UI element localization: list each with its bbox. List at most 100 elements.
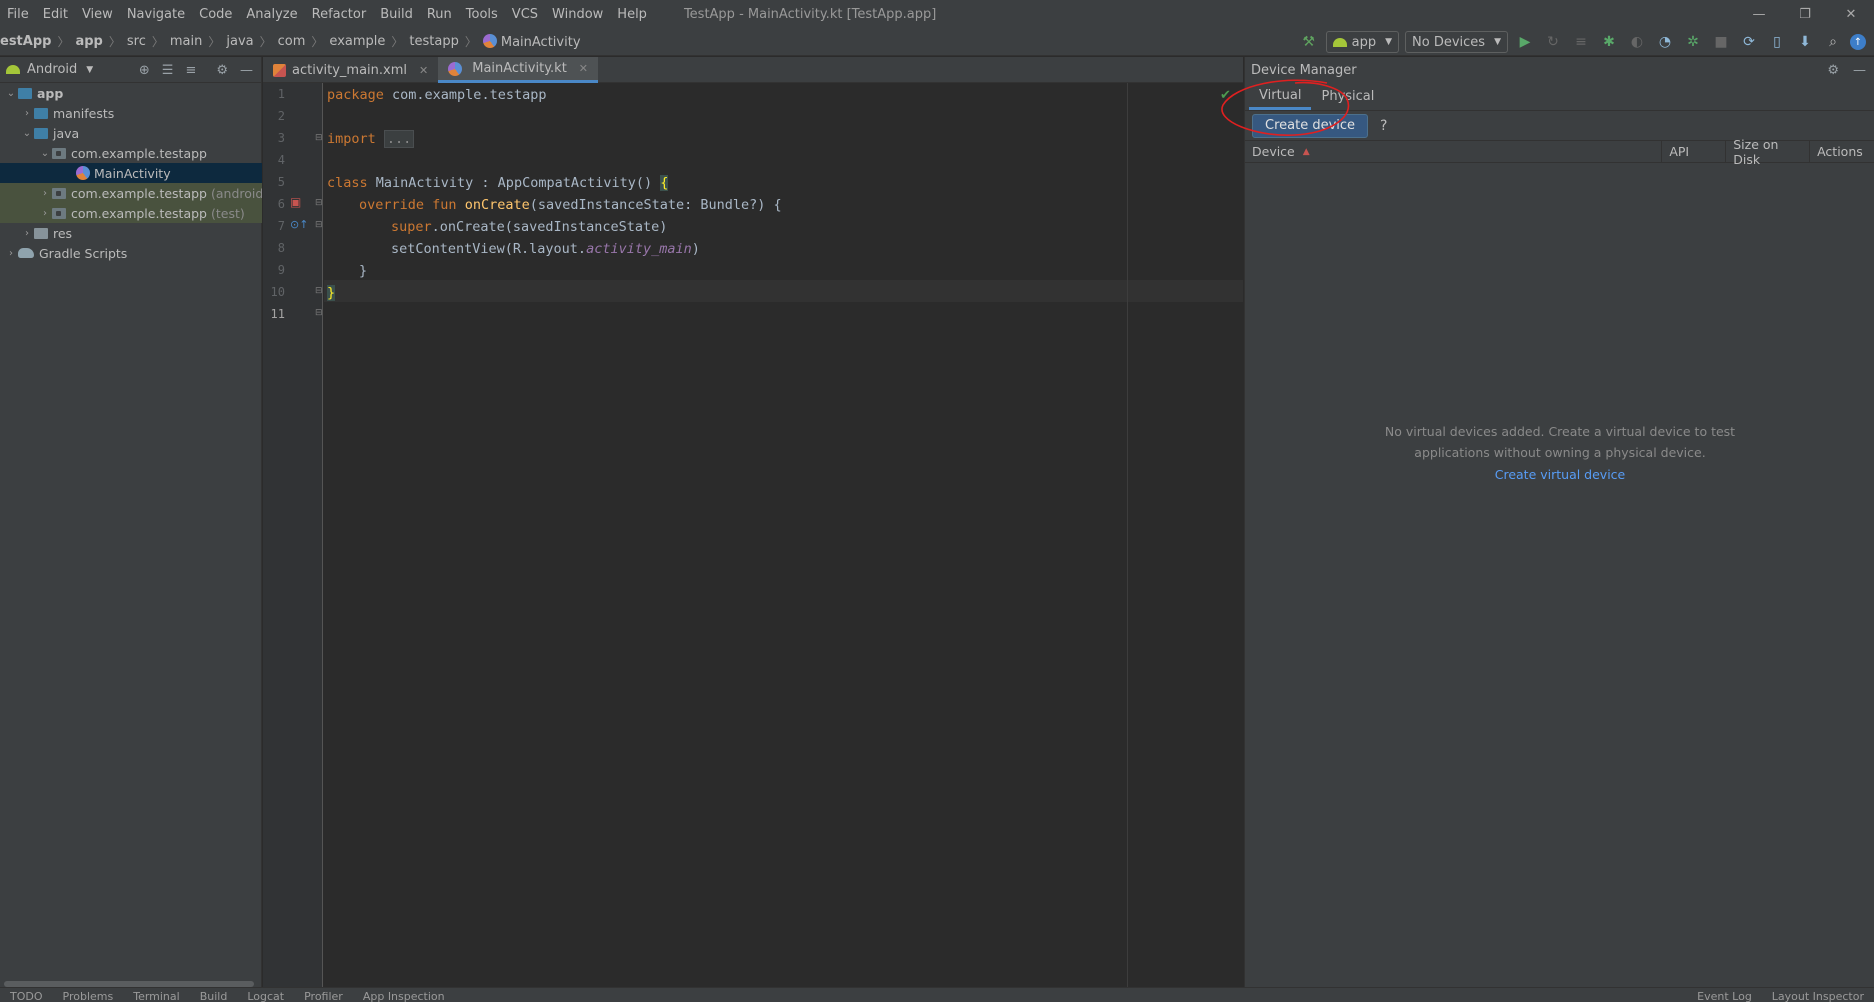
locate-icon[interactable]: ⊕ <box>139 63 150 78</box>
tree-item-gradle-scripts[interactable]: › Gradle Scripts <box>0 243 262 263</box>
minimize-button[interactable]: — <box>1736 0 1782 28</box>
apply-changes-icon[interactable]: ≡ <box>1570 31 1592 53</box>
tool-app-inspection[interactable]: App Inspection <box>353 988 455 1002</box>
menu-refactor[interactable]: Refactor <box>305 7 374 22</box>
tree-item-manifests[interactable]: › manifests <box>0 103 262 123</box>
tree-item-java[interactable]: ⌄ java <box>0 123 262 143</box>
no-problems-check-icon[interactable]: ✔ <box>1220 88 1231 103</box>
tree-item-package-androidtest[interactable]: › com.example.testapp (androidTest) <box>0 183 262 203</box>
tree-item-mainactivity[interactable]: MainActivity <box>0 163 262 183</box>
chevron-down-icon[interactable]: ⌄ <box>38 148 52 159</box>
fold-icon[interactable]: ⊟ <box>315 220 323 230</box>
tab-virtual[interactable]: Virtual <box>1249 83 1312 110</box>
device-manager-icon[interactable]: ▯ <box>1766 31 1788 53</box>
debug-icon[interactable]: ✱ <box>1598 31 1620 53</box>
hide-icon[interactable]: — <box>240 63 253 78</box>
tool-event-log[interactable]: Event Log <box>1687 988 1762 1002</box>
help-icon[interactable]: ? <box>1380 118 1387 134</box>
breadcrumb-src[interactable]: src <box>123 34 150 49</box>
fold-icon[interactable]: ⊟ <box>315 308 323 318</box>
tab-activity-main-xml[interactable]: activity_main.xml ✕ <box>263 57 438 83</box>
device-select[interactable]: No Devices ▼ <box>1405 31 1508 53</box>
collapse-all-icon[interactable]: ≡ <box>185 63 196 78</box>
expand-all-icon[interactable]: ☰ <box>162 63 174 78</box>
chevron-right-icon[interactable]: › <box>38 188 52 199</box>
sdk-manager-icon[interactable]: ⬇ <box>1794 31 1816 53</box>
activity-marker-icon[interactable]: ▣ <box>290 195 301 209</box>
menu-vcs[interactable]: VCS <box>505 7 545 22</box>
breadcrumb-example[interactable]: example <box>325 34 389 49</box>
chevron-right-icon[interactable]: › <box>4 248 18 259</box>
hide-icon[interactable]: — <box>1853 63 1866 78</box>
tool-problems[interactable]: Problems <box>53 988 124 1002</box>
tab-mainactivity-kt[interactable]: MainActivity.kt ✕ <box>438 57 599 83</box>
create-device-button[interactable]: Create device <box>1252 113 1369 138</box>
breadcrumb-app[interactable]: app <box>71 34 106 49</box>
column-actions[interactable]: Actions <box>1810 141 1874 163</box>
update-icon[interactable]: ↑ <box>1850 34 1866 50</box>
gear-icon[interactable]: ⚙ <box>216 63 228 78</box>
rerun-icon[interactable]: ↻ <box>1542 31 1564 53</box>
profile-icon[interactable]: ◔ <box>1654 31 1676 53</box>
menu-window[interactable]: Window <box>545 7 610 22</box>
tree-item-package[interactable]: ⌄ com.example.testapp <box>0 143 262 163</box>
menu-file[interactable]: File <box>0 7 36 22</box>
project-view-select[interactable]: Android ▼ <box>6 62 93 77</box>
menu-edit[interactable]: Edit <box>36 7 75 22</box>
tool-logcat[interactable]: Logcat <box>237 988 294 1002</box>
menu-help[interactable]: Help <box>610 7 654 22</box>
breadcrumb-project[interactable]: estApp <box>0 34 55 49</box>
menu-view[interactable]: View <box>75 7 120 22</box>
tree-item-label: com.example.testapp <box>71 145 207 161</box>
breadcrumb-mainactivity[interactable]: MainActivity <box>479 33 585 50</box>
menu-analyze[interactable]: Analyze <box>239 7 304 22</box>
column-api[interactable]: API <box>1662 140 1727 163</box>
fold-icon[interactable]: ⊟ <box>315 133 323 143</box>
run-icon[interactable]: ▶ <box>1514 31 1536 53</box>
search-icon[interactable]: ⌕ <box>1822 31 1844 53</box>
gear-icon[interactable]: ⚙ <box>1827 63 1839 78</box>
create-virtual-device-link[interactable]: Create virtual device <box>1245 467 1874 482</box>
fold-icon[interactable]: ⊟ <box>315 198 323 208</box>
folded-imports[interactable]: ... <box>383 130 415 148</box>
code-editor[interactable]: 1 2 3 4 5 6 7 8 9 10 11 ▣ ⊙↑ ⊟ ⊟ ⊟ ⊟ ⊟ p… <box>263 83 1243 987</box>
tree-item-res[interactable]: › res <box>0 223 262 243</box>
menu-navigate[interactable]: Navigate <box>120 7 192 22</box>
tree-item-package-test[interactable]: › com.example.testapp (test) <box>0 203 262 223</box>
breadcrumb-main[interactable]: main <box>166 34 206 49</box>
column-size-on-disk[interactable]: Size on Disk <box>1726 137 1811 167</box>
attach-debugger-icon[interactable]: ✲ <box>1682 31 1704 53</box>
close-icon[interactable]: ✕ <box>579 62 588 75</box>
tool-layout-inspector[interactable]: Layout Inspector <box>1762 988 1874 1002</box>
override-marker-icon[interactable]: ⊙↑ <box>290 218 308 231</box>
breadcrumb-com[interactable]: com <box>274 34 310 49</box>
code-keyword: super <box>391 219 432 235</box>
coverage-icon[interactable]: ◐ <box>1626 31 1648 53</box>
tool-profiler[interactable]: Profiler <box>294 988 353 1002</box>
menu-build[interactable]: Build <box>373 7 420 22</box>
hammer-icon[interactable]: ⚒ <box>1298 31 1320 53</box>
breadcrumb-testapp[interactable]: testapp <box>405 34 462 49</box>
chevron-down-icon[interactable]: ⌄ <box>20 128 34 139</box>
close-button[interactable]: ✕ <box>1828 0 1874 28</box>
menu-tools[interactable]: Tools <box>459 7 505 22</box>
stop-icon[interactable]: ■ <box>1710 31 1732 53</box>
chevron-right-icon[interactable]: › <box>20 228 34 239</box>
column-device[interactable]: Device ▲ <box>1245 140 1663 163</box>
tool-build[interactable]: Build <box>190 988 238 1002</box>
chevron-down-icon[interactable]: ⌄ <box>4 88 18 99</box>
chevron-right-icon[interactable]: › <box>38 208 52 219</box>
tab-physical[interactable]: Physical <box>1311 83 1384 110</box>
gradle-sync-icon[interactable]: ⟳ <box>1738 31 1760 53</box>
menu-run[interactable]: Run <box>420 7 459 22</box>
chevron-right-icon[interactable]: › <box>20 108 34 119</box>
close-icon[interactable]: ✕ <box>419 64 428 77</box>
tree-item-app[interactable]: ⌄ app <box>0 83 262 103</box>
run-configuration-select[interactable]: app ▼ <box>1325 31 1400 53</box>
breadcrumb-java[interactable]: java <box>222 34 257 49</box>
tool-todo[interactable]: TODO <box>0 988 53 1002</box>
fold-icon[interactable]: ⊟ <box>315 286 323 296</box>
restore-button[interactable]: ❐ <box>1782 0 1828 28</box>
menu-code[interactable]: Code <box>192 7 239 22</box>
tool-terminal[interactable]: Terminal <box>123 988 190 1002</box>
